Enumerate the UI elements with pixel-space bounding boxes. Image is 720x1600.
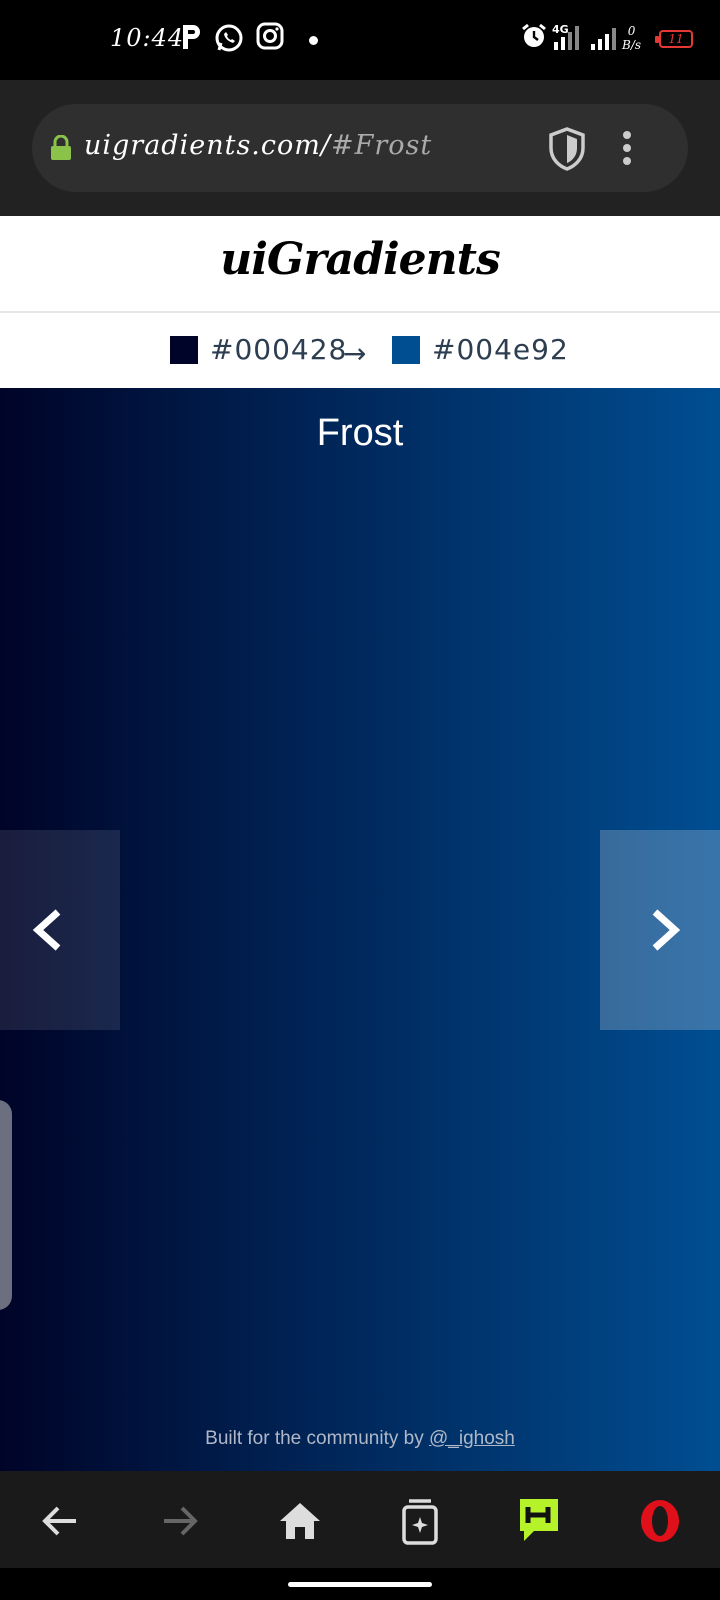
author-link[interactable]: @_ighosh bbox=[429, 1428, 515, 1449]
gesture-bar bbox=[0, 1568, 720, 1600]
network-speed-value: 0 bbox=[627, 24, 636, 38]
back-button[interactable] bbox=[32, 1493, 88, 1549]
whatsapp-icon bbox=[213, 22, 245, 58]
signal-4g-icon: 4G bbox=[552, 22, 586, 56]
gradient-name: Frost bbox=[316, 412, 404, 454]
gradient-arrow: → bbox=[343, 337, 367, 370]
browser-toolbar: uigradients.com/#Frost bbox=[0, 80, 720, 216]
address-bar[interactable]: uigradients.com/#Frost bbox=[32, 104, 688, 192]
hype-chat-button[interactable] bbox=[512, 1493, 568, 1549]
site-logo[interactable]: uiGradients bbox=[0, 234, 720, 285]
network-speed: 0 B/s bbox=[622, 24, 641, 52]
footer-text: Built for the community by bbox=[205, 1428, 430, 1449]
home-button[interactable] bbox=[272, 1493, 328, 1549]
status-bar: 10:44 4G 0 B/s 11 bbox=[0, 0, 720, 80]
from-color-swatch bbox=[170, 336, 198, 364]
next-gradient-button[interactable] bbox=[600, 830, 720, 1030]
from-color-hex[interactable]: #000428 bbox=[210, 333, 347, 366]
svg-text:4G: 4G bbox=[552, 23, 569, 36]
url-host: uigradients.com/ bbox=[84, 130, 331, 161]
signal-bars-icon bbox=[590, 26, 620, 56]
to-color-hex[interactable]: #004e92 bbox=[432, 333, 569, 366]
instagram-icon bbox=[256, 22, 284, 54]
chevron-right-icon bbox=[652, 909, 681, 951]
side-drawer-handle[interactable] bbox=[0, 1100, 12, 1310]
arrow-right-icon bbox=[164, 1506, 198, 1536]
footer-credit: Built for the community by @_ighosh bbox=[0, 1428, 720, 1450]
chat-icon bbox=[520, 1499, 558, 1541]
more-menu-icon[interactable] bbox=[622, 130, 632, 170]
browser-bottom-nav bbox=[0, 1471, 720, 1568]
chevron-left-icon bbox=[32, 909, 61, 951]
alarm-icon bbox=[520, 22, 548, 54]
notification-dot-icon bbox=[309, 36, 318, 45]
url-hash: #Frost bbox=[330, 130, 433, 161]
gradient-display: Frost Built for the community by @_ighos… bbox=[0, 388, 720, 1471]
home-indicator[interactable] bbox=[288, 1582, 432, 1587]
tabs-icon bbox=[402, 1499, 438, 1545]
parking-app-icon bbox=[180, 22, 204, 56]
color-codes-row: #000428 → #004e92 bbox=[0, 313, 720, 388]
arrow-left-icon bbox=[42, 1506, 76, 1536]
shield-icon[interactable] bbox=[547, 126, 587, 176]
previous-gradient-button[interactable] bbox=[0, 830, 120, 1030]
tabs-button[interactable] bbox=[392, 1493, 448, 1549]
forward-button[interactable] bbox=[152, 1493, 208, 1549]
url-text[interactable]: uigradients.com/#Frost bbox=[84, 130, 432, 161]
battery-indicator: 11 bbox=[655, 30, 693, 48]
status-time: 10:44 bbox=[110, 24, 185, 52]
home-icon bbox=[280, 1503, 320, 1539]
site-header: uiGradients bbox=[0, 216, 720, 313]
lock-icon bbox=[50, 134, 72, 165]
network-speed-unit: B/s bbox=[622, 38, 642, 52]
to-color-swatch bbox=[392, 336, 420, 364]
opera-menu-button[interactable] bbox=[632, 1493, 688, 1549]
opera-logo-icon bbox=[641, 1500, 679, 1542]
